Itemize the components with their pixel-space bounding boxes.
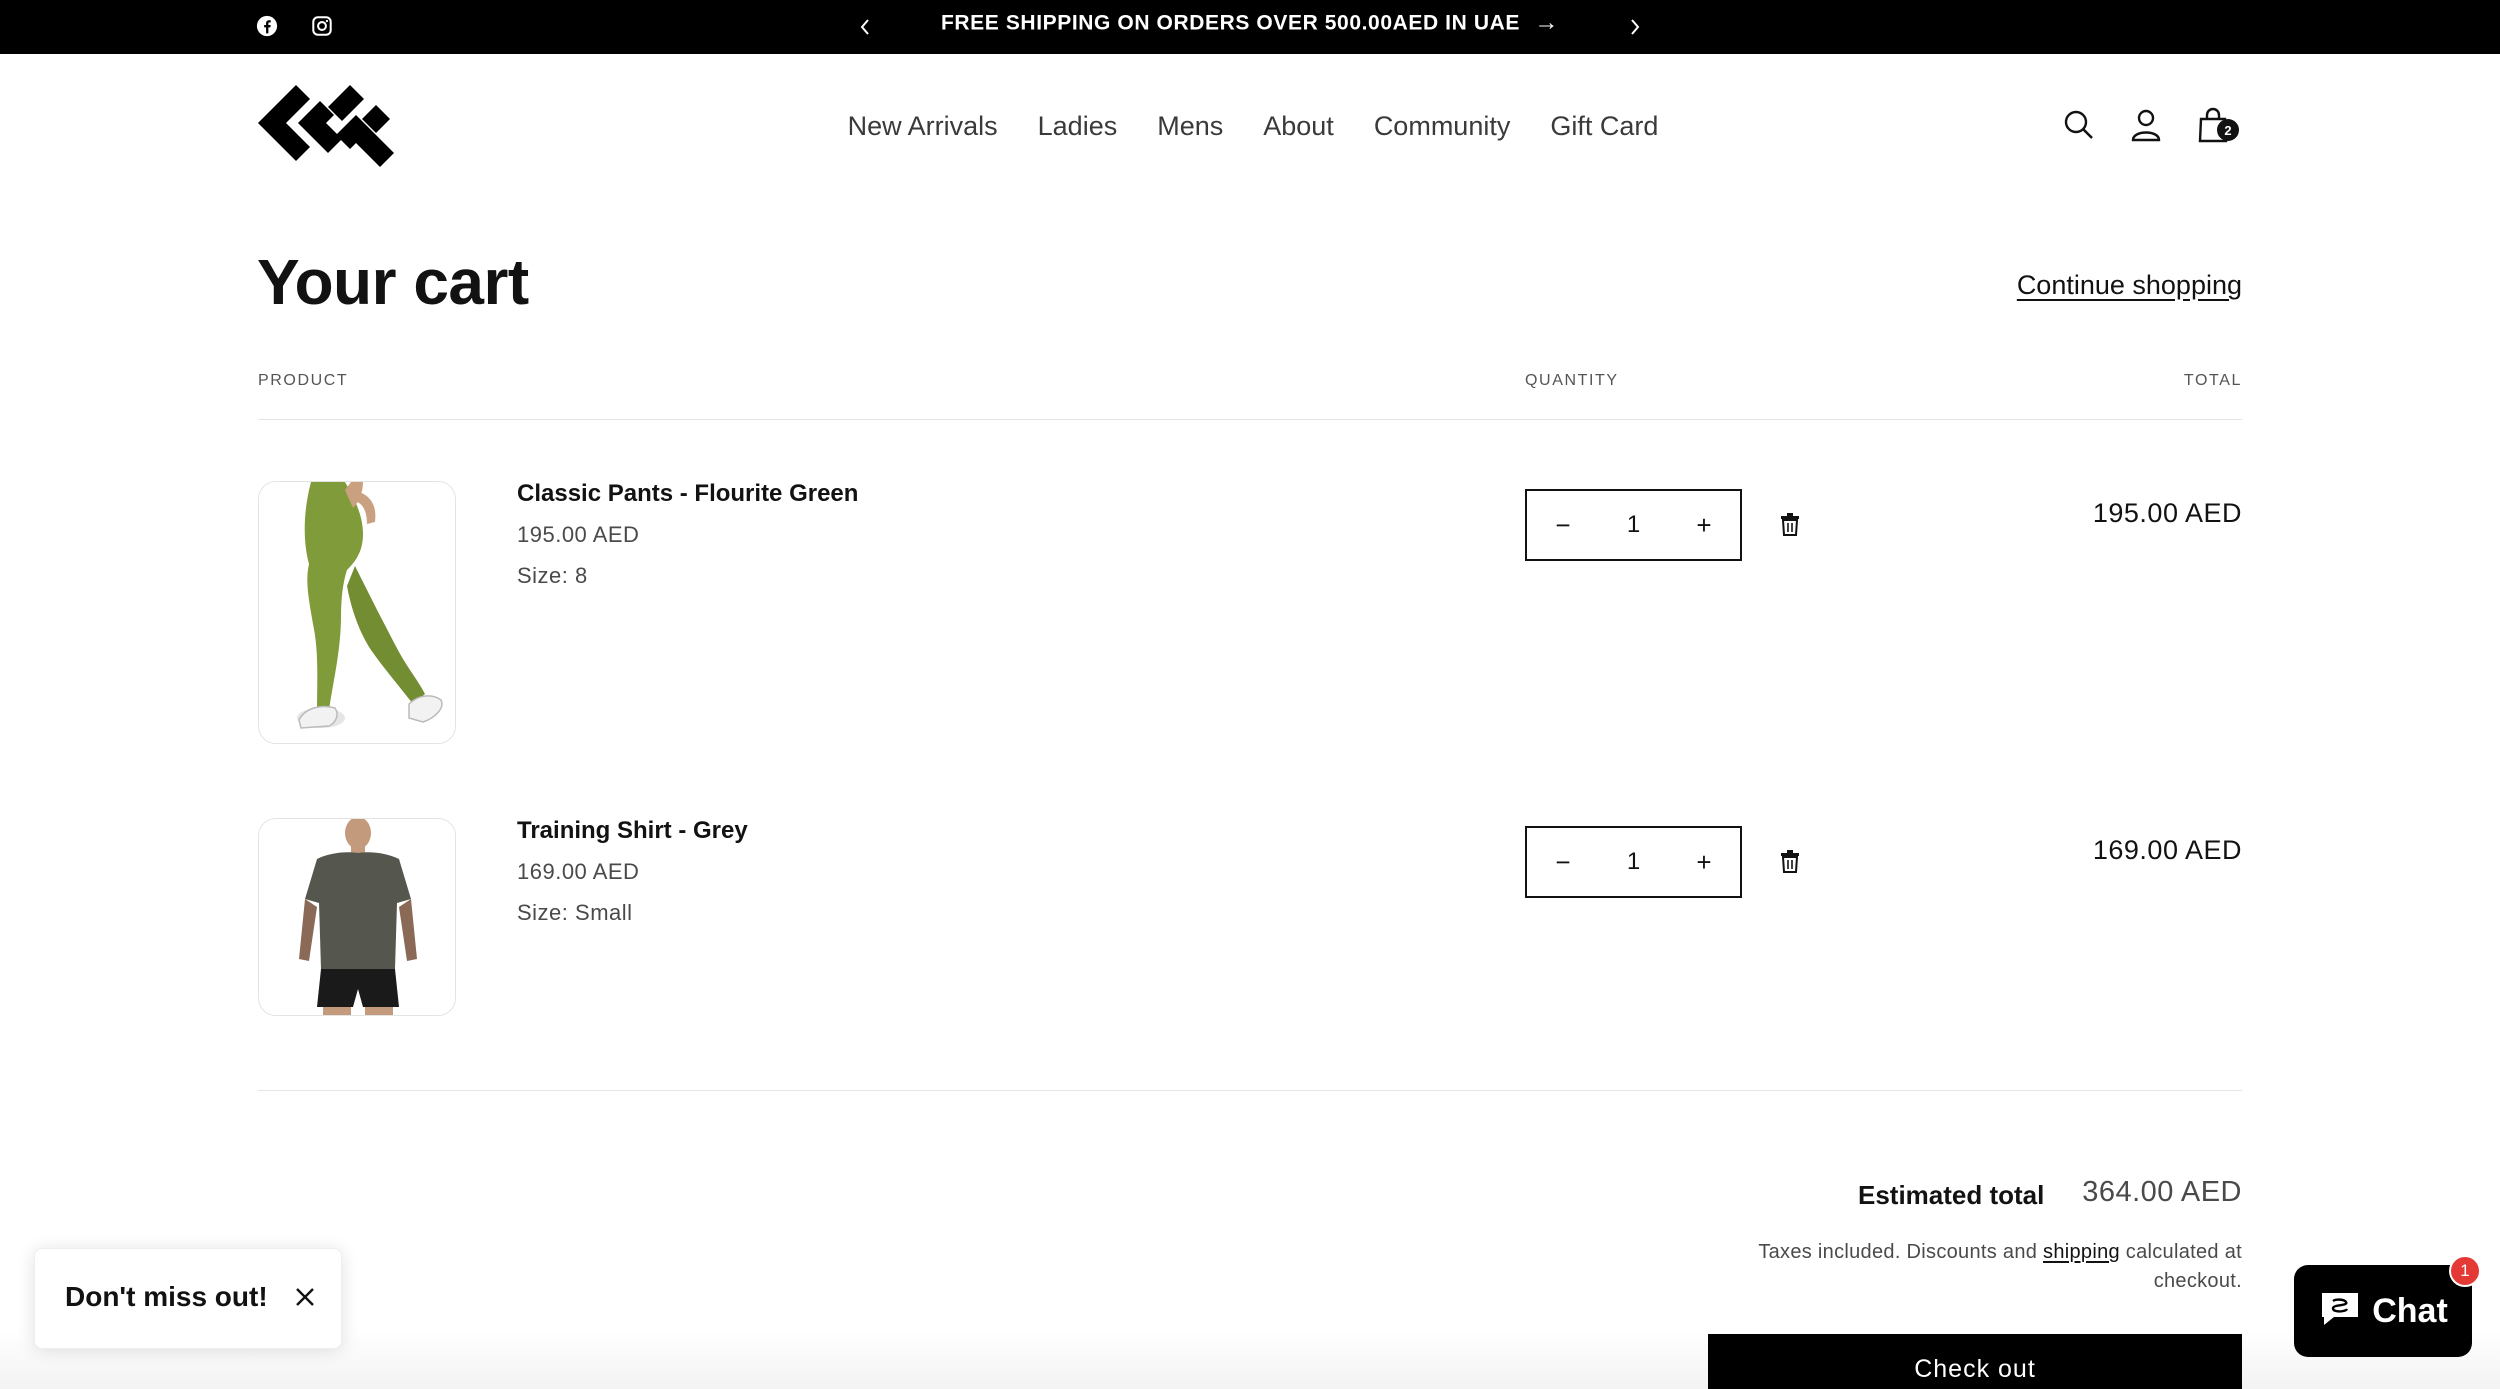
nav-about[interactable]: About <box>1257 106 1334 146</box>
divider <box>258 419 2242 420</box>
quantity-input[interactable]: 1 <box>1627 511 1640 539</box>
search-icon[interactable] <box>2058 104 2100 146</box>
announcement-text[interactable]: FREE SHIPPING ON ORDERS OVER 500.00AED I… <box>0 9 2500 37</box>
column-header-product: PRODUCT <box>258 372 349 389</box>
chat-bubble-icon <box>2318 1289 2362 1334</box>
chat-label: Chat <box>2372 1291 2448 1330</box>
account-icon[interactable] <box>2125 104 2167 146</box>
quantity-input[interactable]: 1 <box>1627 848 1640 876</box>
quantity-stepper: − 1 + <box>1525 489 1742 561</box>
page-title: Your cart <box>257 246 529 318</box>
tax-note: Taxes included. Discounts and shipping c… <box>1682 1238 2242 1296</box>
popup-text: Don't miss out! <box>65 1281 268 1312</box>
product-image-classic-pants[interactable] <box>258 481 456 744</box>
increase-quantity-button[interactable]: + <box>1686 844 1722 880</box>
cart-count-badge: 2 <box>2217 119 2239 141</box>
announcement-bar: FREE SHIPPING ON ORDERS OVER 500.00AED I… <box>0 0 2500 54</box>
chat-notification-badge: 1 <box>2449 1255 2481 1287</box>
product-price: 169.00 AED <box>517 859 640 884</box>
line-total: 169.00 AED <box>2092 835 2242 865</box>
product-image-training-shirt[interactable] <box>258 818 456 1016</box>
nav-community[interactable]: Community <box>1368 106 1511 146</box>
announcement-next-button[interactable] <box>1620 12 1650 42</box>
column-header-quantity: QUANTITY <box>1525 372 1619 389</box>
product-name[interactable]: Classic Pants - Flourite Green <box>517 480 858 508</box>
close-icon[interactable] <box>289 1281 321 1313</box>
trash-icon[interactable] <box>1777 509 1803 539</box>
nav-new-arrivals[interactable]: New Arrivals <box>842 106 998 146</box>
line-total: 195.00 AED <box>2092 498 2242 528</box>
nav-ladies[interactable]: Ladies <box>1032 106 1118 146</box>
product-name[interactable]: Training Shirt - Grey <box>517 817 748 845</box>
promo-popup[interactable]: Don't miss out! <box>34 1248 342 1349</box>
estimated-total-value: 364.00 AED <box>2082 1176 2242 1208</box>
decrease-quantity-button[interactable]: − <box>1545 844 1581 880</box>
tax-note-text: calculated at checkout. <box>2119 1241 2242 1292</box>
continue-shopping-link[interactable]: Continue shopping <box>2017 270 2242 301</box>
trash-icon[interactable] <box>1777 846 1803 876</box>
product-price: 195.00 AED <box>517 522 640 547</box>
nav-mens[interactable]: Mens <box>1151 106 1223 146</box>
nav-gift-card[interactable]: Gift Card <box>1544 106 1658 146</box>
chat-button[interactable]: Chat <box>2294 1265 2472 1357</box>
increase-quantity-button[interactable]: + <box>1686 507 1722 543</box>
estimated-total-label: Estimated total <box>1858 1180 2045 1210</box>
product-size: Size: Small <box>517 900 633 925</box>
product-size: Size: 8 <box>517 563 588 588</box>
decrease-quantity-button[interactable]: − <box>1545 507 1581 543</box>
shipping-link[interactable]: shipping <box>2043 1241 2120 1263</box>
tax-note-text: Taxes included. Discounts and <box>1758 1241 2044 1263</box>
quantity-stepper: − 1 + <box>1525 826 1742 898</box>
checkout-button[interactable]: Check out <box>1708 1334 2242 1389</box>
site-header: New Arrivals Ladies Mens About Community… <box>0 54 2500 194</box>
divider <box>258 1090 2242 1091</box>
arrow-right-icon: → <box>1534 9 1559 37</box>
column-header-total: TOTAL <box>2183 372 2242 389</box>
announcement-label: FREE SHIPPING ON ORDERS OVER 500.00AED I… <box>940 11 1520 35</box>
